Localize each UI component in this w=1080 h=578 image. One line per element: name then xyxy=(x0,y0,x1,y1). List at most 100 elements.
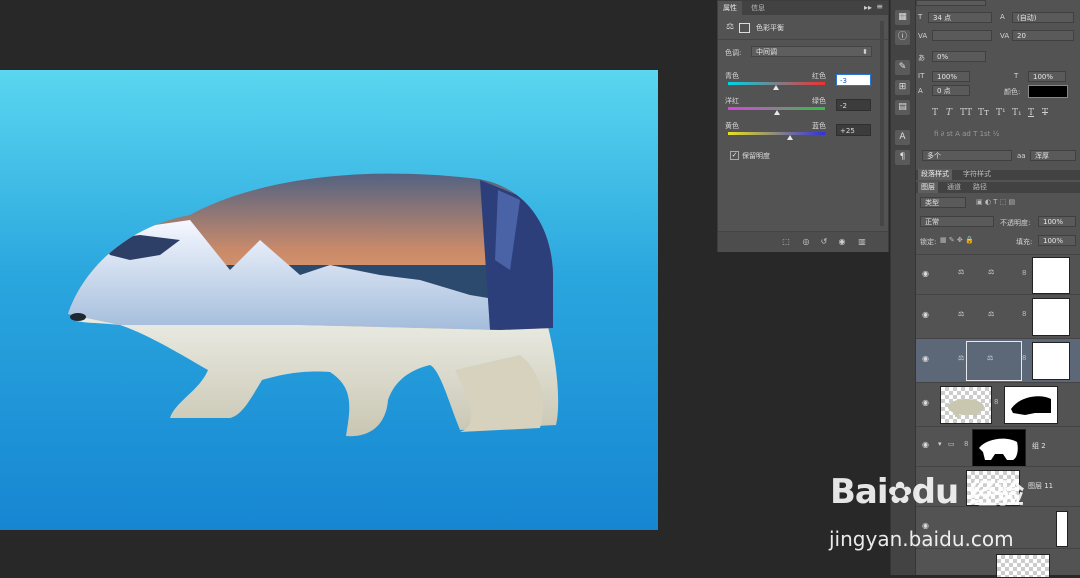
layer-thumbnail[interactable] xyxy=(940,386,992,424)
bear-thumbnail-icon xyxy=(948,399,984,417)
tab-paragraph-styles[interactable]: 段落样式 xyxy=(918,169,952,180)
cyan-red-value[interactable]: -3 xyxy=(836,74,871,86)
mask-thumbnail[interactable] xyxy=(1032,298,1070,336)
all-caps-icon[interactable]: TT xyxy=(960,108,972,118)
faux-bold-icon[interactable]: T xyxy=(932,108,938,118)
mask-thumbnail[interactable] xyxy=(1032,342,1070,380)
character-icon[interactable]: A xyxy=(895,130,910,145)
adjustments-icon[interactable]: ▦ xyxy=(895,10,910,25)
reset-icon[interactable]: ↺ xyxy=(818,237,830,247)
layer-name[interactable]: 组 2 xyxy=(1032,441,1046,451)
layer-thumbnail[interactable] xyxy=(996,554,1050,578)
eye-icon[interactable]: ◉ xyxy=(922,354,929,363)
fill-field[interactable]: 100% xyxy=(1038,235,1076,246)
slider-red-label: 红色 xyxy=(812,72,826,80)
info-icon[interactable]: ⓘ xyxy=(895,30,910,45)
slider-blue-label: 蓝色 xyxy=(812,122,826,130)
properties-footer: ⬚ ◎ ↺ ◉ ▥ xyxy=(718,231,888,252)
layer-row[interactable]: ◉ ⚖ ⚖ 8 xyxy=(916,254,1080,295)
baseline-icon: A xyxy=(918,87,923,95)
layer-name[interactable]: 图层 11 xyxy=(1028,481,1053,491)
layer-filter-dropdown[interactable]: 类型 xyxy=(920,197,966,208)
superscript-icon[interactable]: T¹ xyxy=(996,108,1006,118)
tab-properties[interactable]: 属性 xyxy=(718,1,742,15)
font-family-field[interactable] xyxy=(916,0,986,6)
leading-field[interactable]: (自动) xyxy=(1012,12,1074,23)
lock-icons[interactable]: ▦ ✎ ✥ 🔒 xyxy=(940,236,974,244)
layer-row[interactable] xyxy=(916,548,1080,578)
expand-arrow-icon[interactable]: ▾ xyxy=(938,440,942,448)
eye-icon[interactable]: ◉ xyxy=(922,398,929,407)
document-canvas[interactable] xyxy=(0,70,658,530)
eye-icon[interactable]: ◉ xyxy=(922,310,929,319)
horizontal-scale-field[interactable]: 100% xyxy=(1028,71,1066,82)
history-icon[interactable]: ▤ xyxy=(895,100,910,115)
link-icon[interactable]: 8 xyxy=(1022,269,1026,277)
tab-info[interactable]: 信息 xyxy=(746,1,770,15)
magenta-green-value[interactable]: -2 xyxy=(836,99,871,111)
layer-row-selected[interactable]: ◉ ⚖ ⚖ 8 xyxy=(916,338,1080,383)
tsume-field[interactable]: 0% xyxy=(932,51,986,62)
yellow-blue-value[interactable]: +25 xyxy=(836,124,871,136)
yellow-blue-track[interactable] xyxy=(728,132,825,135)
bear-mask-icon xyxy=(979,438,1018,460)
view-previous-icon[interactable]: ◎ xyxy=(800,237,812,247)
faux-italic-icon[interactable]: T xyxy=(946,108,952,118)
lock-label: 锁定: xyxy=(920,238,937,246)
link-icon[interactable]: 8 xyxy=(1022,354,1026,362)
preserve-luminosity-checkbox[interactable]: ✓ xyxy=(730,151,739,160)
link-icon[interactable]: 8 xyxy=(994,398,998,406)
mask-thumbnail[interactable] xyxy=(1056,511,1068,547)
baseline-field[interactable]: 0 点 xyxy=(932,85,970,96)
kerning-field[interactable] xyxy=(932,30,992,41)
vertical-scale-field[interactable]: 100% xyxy=(932,71,970,82)
link-icon[interactable]: 8 xyxy=(964,440,968,448)
strikethrough-icon[interactable]: T xyxy=(1042,108,1048,118)
visibility-icon[interactable]: ◉ xyxy=(836,237,848,247)
eye-icon[interactable]: ◉ xyxy=(922,269,929,278)
small-caps-icon[interactable]: Tт xyxy=(978,108,989,118)
group-mask-thumbnail[interactable] xyxy=(972,429,1026,467)
adjustment-title: 色彩平衡 xyxy=(756,24,784,32)
tool-presets-icon[interactable]: ⊞ xyxy=(895,80,910,95)
antialias-dropdown[interactable]: 浑厚 xyxy=(1030,150,1076,161)
vertical-scale-icon: IT xyxy=(918,72,925,80)
blend-mode-dropdown[interactable]: 正常 xyxy=(920,216,994,227)
delete-icon[interactable]: ▥ xyxy=(856,237,868,247)
tracking-field[interactable]: 20 xyxy=(1012,30,1074,41)
font-size-field[interactable]: 34 点 xyxy=(928,12,992,23)
filter-icons[interactable]: ▣ ◐ T ⬚ ▤ xyxy=(976,198,1015,206)
magenta-green-thumb[interactable] xyxy=(774,110,780,115)
leading-icon: A xyxy=(1000,13,1005,21)
layer-group-row[interactable]: ◉ ▾ ▭ 8 组 2 xyxy=(916,426,1080,467)
tab-channels[interactable]: 通道 xyxy=(944,182,964,193)
tab-paths[interactable]: 路径 xyxy=(970,182,990,193)
panel-menu-icon[interactable]: ≡ xyxy=(876,2,883,11)
tab-layers[interactable]: 图层 xyxy=(918,182,938,193)
language-dropdown[interactable]: 多个 xyxy=(922,150,1012,161)
mask-icon[interactable] xyxy=(739,23,750,33)
paragraph-icon[interactable]: ¶ xyxy=(895,150,910,165)
clip-to-layer-icon[interactable]: ⬚ xyxy=(780,237,792,247)
eye-icon[interactable]: ◉ xyxy=(922,440,929,449)
underline-icon[interactable]: T xyxy=(1028,108,1034,118)
slider-magenta-label: 洋红 xyxy=(725,97,739,105)
brush-icon[interactable]: ✎ xyxy=(895,60,910,75)
tone-dropdown[interactable]: 中间调 xyxy=(751,46,872,58)
cyan-red-thumb[interactable] xyxy=(773,85,779,90)
yellow-blue-thumb[interactable] xyxy=(787,135,793,140)
text-color-swatch[interactable] xyxy=(1028,85,1068,98)
mask-thumbnail[interactable] xyxy=(1032,257,1070,294)
fill-label: 填充: xyxy=(1016,238,1033,246)
subscript-icon[interactable]: T₁ xyxy=(1012,108,1022,118)
opentype-row-icons[interactable]: ﬁ ∂ st A ad T 1st ½ xyxy=(934,130,999,138)
layer-row[interactable]: ◉ 8 xyxy=(916,382,1080,427)
opacity-field[interactable]: 100% xyxy=(1038,216,1076,227)
tab-character-styles[interactable]: 字符样式 xyxy=(960,169,994,180)
collapse-icon[interactable]: ▸▸ xyxy=(864,3,872,12)
adjustment-thumbnail[interactable]: ⚖ xyxy=(966,341,1022,381)
properties-scrollbar[interactable] xyxy=(880,21,884,226)
link-icon[interactable]: 8 xyxy=(1022,310,1026,318)
layer-row[interactable]: ◉ ⚖ ⚖ 8 xyxy=(916,294,1080,339)
mask-thumbnail[interactable] xyxy=(1004,386,1058,424)
